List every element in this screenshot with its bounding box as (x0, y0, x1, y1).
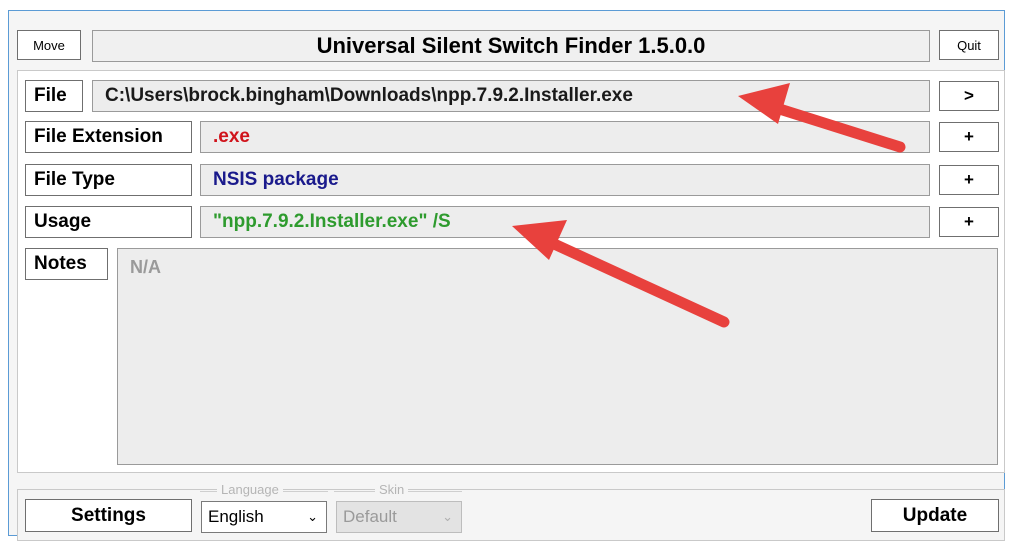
notes-field: N/A (117, 248, 998, 465)
browse-button[interactable]: > (939, 81, 999, 111)
copy-type-button[interactable]: + (939, 165, 999, 195)
skin-select[interactable]: Default ⌄ (336, 501, 462, 533)
usage-label: Usage (25, 206, 192, 238)
file-type-field: NSIS package (200, 164, 930, 196)
file-extension-field: .exe (200, 121, 930, 153)
usage-field: "npp.7.9.2.Installer.exe" /S (200, 206, 930, 238)
quit-button[interactable]: Quit (939, 30, 999, 60)
language-value: English (208, 507, 264, 526)
file-extension-label: File Extension (25, 121, 192, 153)
move-button[interactable]: Move (17, 30, 81, 60)
language-caption: Language (217, 482, 283, 497)
skin-caption: Skin (375, 482, 409, 497)
file-type-label: File Type (25, 164, 192, 196)
app-title: Universal Silent Switch Finder 1.5.0.0 (92, 30, 930, 62)
file-path-field: C:\Users\brock.bingham\Downloads\npp.7.9… (92, 80, 930, 112)
update-button[interactable]: Update (871, 499, 999, 532)
copy-extension-button[interactable]: + (939, 122, 999, 152)
notes-label: Notes (25, 248, 108, 280)
skin-value: Default (343, 507, 397, 526)
language-select[interactable]: English ⌄ (201, 501, 327, 533)
file-label: File (25, 80, 83, 112)
chevron-down-icon: ⌄ (307, 509, 318, 524)
settings-button[interactable]: Settings (25, 499, 192, 532)
copy-usage-button[interactable]: + (939, 207, 999, 237)
chevron-down-icon: ⌄ (442, 509, 453, 524)
